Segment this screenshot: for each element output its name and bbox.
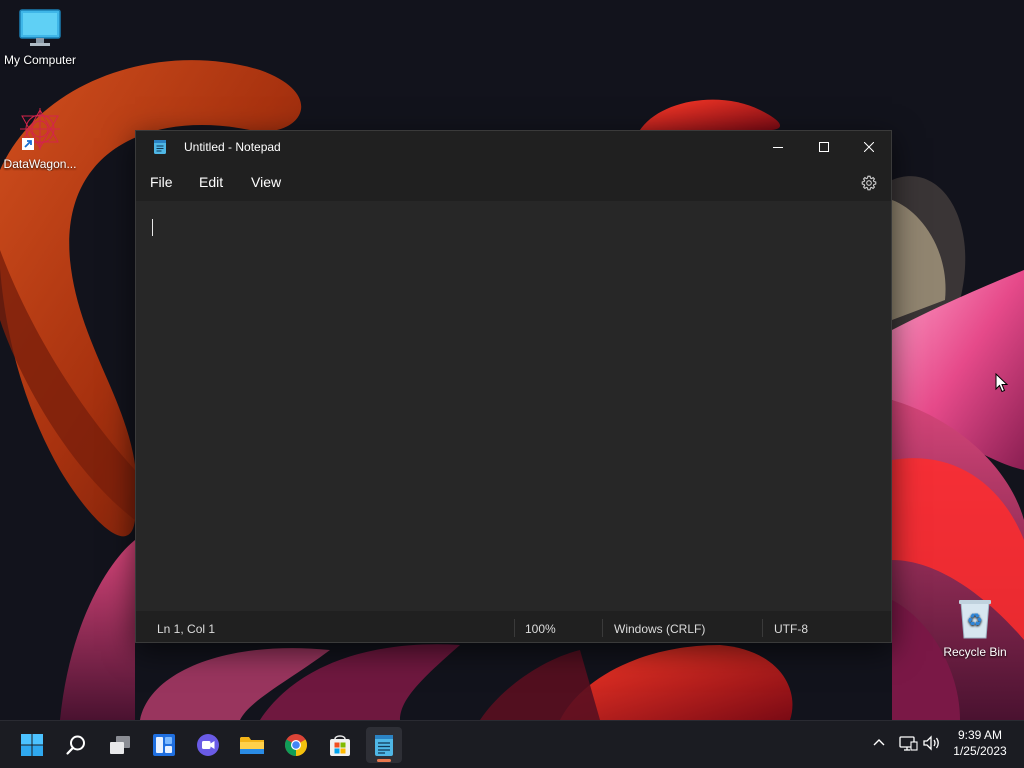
clock-date: 1/25/2023 [953,744,1007,758]
store-button[interactable] [322,727,358,763]
window-title: Untitled - Notepad [184,140,281,154]
zoom-level: 100% [525,622,556,636]
menu-bar: File Edit View [136,163,891,201]
text-editor[interactable] [136,201,891,611]
gear-icon [861,175,877,191]
clock-time: 9:39 AM [957,728,1003,742]
recycle-bin-icon: ♻ [959,600,991,639]
line-ending: Windows (CRLF) [614,622,706,636]
file-explorer-icon [240,737,264,754]
start-icon [21,734,43,756]
mouse-cursor-icon [995,373,1009,393]
clock[interactable]: 9:39 AM 1/25/2023 [946,727,1014,759]
cursor-position: Ln 1, Col 1 [157,622,216,636]
task-view-icon [110,736,130,754]
minimize-button[interactable] [755,131,801,163]
minimize-icon [773,147,783,148]
running-indicator [377,759,391,762]
widgets-icon [153,734,175,756]
status-bar: Ln 1, Col 1 100% Windows (CRLF) UTF-8 [136,611,891,642]
network-icon[interactable] [898,734,918,752]
notepad-window[interactable]: Untitled - Notepad File Edit View Ln 1, … [135,130,892,643]
search-icon [66,735,85,755]
text-caret [152,219,153,236]
chat-icon [197,734,219,756]
status-divider [602,619,603,637]
notepad-taskbar-button[interactable] [366,727,402,763]
status-divider [762,619,763,637]
datawagon-shortcut-icon [20,108,60,150]
task-view-button[interactable] [102,727,138,763]
start-button[interactable] [14,727,50,763]
menu-file[interactable]: File [150,174,173,190]
maximize-icon [819,142,829,152]
volume-icon[interactable] [922,734,942,752]
chat-button[interactable] [190,727,226,763]
search-button[interactable] [58,727,94,763]
notepad-icon [154,140,166,154]
desktop-icon-label: DataWagon... [3,157,77,171]
menu-edit[interactable]: Edit [199,174,223,190]
settings-button[interactable] [858,172,880,194]
chrome-icon [285,734,307,756]
store-icon [330,735,350,756]
encoding: UTF-8 [774,622,808,636]
menu-view[interactable]: View [251,174,281,190]
close-icon [864,142,874,152]
status-divider [514,619,515,637]
desktop-icon-label: Recycle Bin [943,645,1007,659]
monitor-icon [19,9,61,46]
desktop-icon-recycle-bin[interactable]: ♻ Recycle Bin [935,596,1015,659]
notepad-icon [375,735,393,756]
chrome-button[interactable] [278,727,314,763]
file-explorer-button[interactable] [234,727,270,763]
title-bar[interactable]: Untitled - Notepad [136,131,891,163]
maximize-button[interactable] [801,131,847,163]
close-button[interactable] [846,131,892,163]
desktop-icon-my-computer[interactable]: My Computer [0,8,80,67]
desktop-icon-datawagon[interactable]: DataWagon... [0,106,80,171]
show-hidden-icons-chevron-icon[interactable] [870,734,888,752]
svg-text:♻: ♻ [967,610,983,631]
desktop-icon-label: My Computer [3,53,77,67]
widgets-button[interactable] [146,727,182,763]
